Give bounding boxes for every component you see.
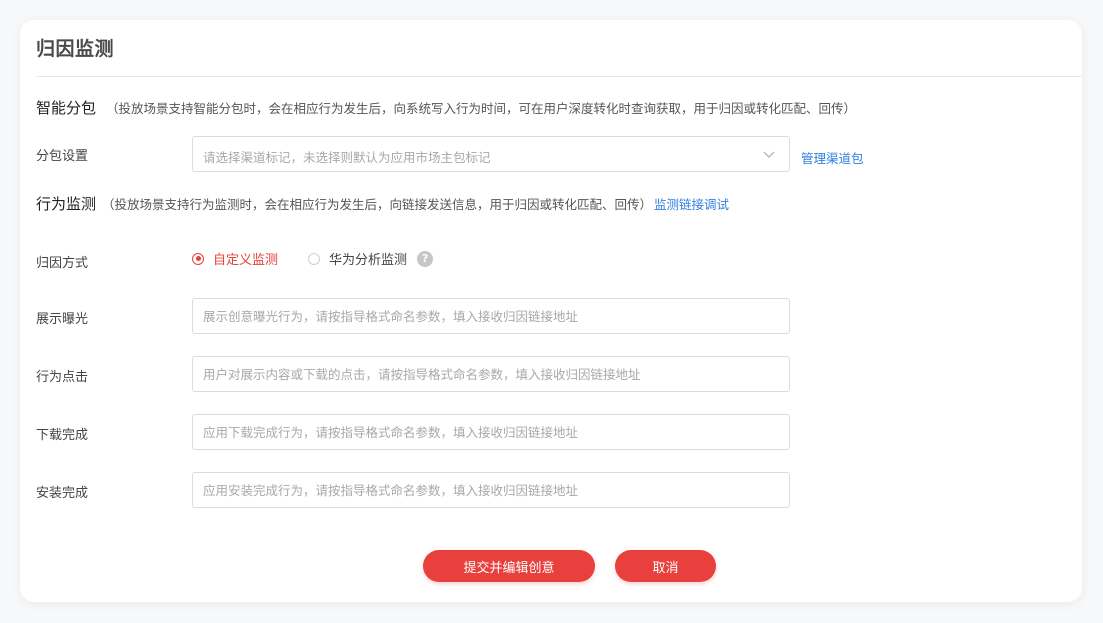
install-complete-url-input[interactable] [192, 472, 790, 508]
channel-mark-select[interactable]: 请选择渠道标记，未选择则默认为应用市场主包标记 [192, 136, 790, 172]
radio-unchecked-icon [308, 252, 321, 265]
download-complete-url-input[interactable] [192, 414, 790, 450]
channel-mark-select-placeholder: 请选择渠道标记，未选择则默认为应用市场主包标记 [203, 150, 491, 165]
attribution-monitor-card: 归因监测 智能分包 （投放场景支持智能分包时，会在相应行为发生后，向系统写入行为… [20, 20, 1082, 602]
cancel-button[interactable]: 取消 [615, 550, 716, 582]
smart-package-header: 智能分包 （投放场景支持智能分包时，会在相应行为发生后，向系统写入行为时间，可在… [36, 97, 856, 118]
install-complete-label: 安装完成 [36, 486, 89, 501]
smart-package-title: 智能分包 [36, 99, 97, 117]
radio-huawei-analytics[interactable]: 华为分析监测 [308, 249, 407, 268]
behavior-monitor-description: （投放场景支持行为监测时，会在相应行为发生后，向链接发送信息，用于归因或转化匹配… [102, 197, 653, 212]
monitor-link-debug-link[interactable]: 监测链接调试 [654, 194, 729, 213]
click-label: 行为点击 [36, 370, 89, 385]
submit-and-edit-creative-button[interactable]: 提交并编辑创意 [423, 550, 595, 582]
download-complete-label: 下载完成 [36, 428, 89, 443]
radio-checked-icon [192, 252, 204, 265]
help-icon[interactable]: ? [417, 250, 434, 267]
behavior-monitor-title: 行为监测 [36, 195, 97, 213]
radio-custom-monitor-label: 自定义监测 [213, 253, 279, 268]
attribution-method-radio-group: 自定义监测 华为分析监测 ? [192, 249, 434, 268]
title-divider [36, 76, 1082, 77]
behavior-monitor-header: 行为监测 （投放场景支持行为监测时，会在相应行为发生后，向链接发送信息，用于归因… [36, 193, 729, 214]
attribution-method-label: 归因方式 [36, 256, 89, 271]
click-url-input[interactable] [192, 356, 790, 392]
exposure-url-input[interactable] [192, 298, 790, 334]
radio-huawei-analytics-label: 华为分析监测 [329, 253, 408, 268]
page-title: 归因监测 [36, 38, 115, 60]
package-setting-label: 分包设置 [36, 149, 89, 164]
smart-package-description: （投放场景支持智能分包时，会在相应行为发生后，向系统写入行为时间，可在用户深度转… [106, 101, 857, 116]
manage-channel-package-link[interactable]: 管理渠道包 [801, 148, 864, 167]
radio-custom-monitor[interactable]: 自定义监测 [192, 249, 278, 268]
exposure-label: 展示曝光 [36, 312, 89, 327]
chevron-down-icon [763, 151, 775, 158]
